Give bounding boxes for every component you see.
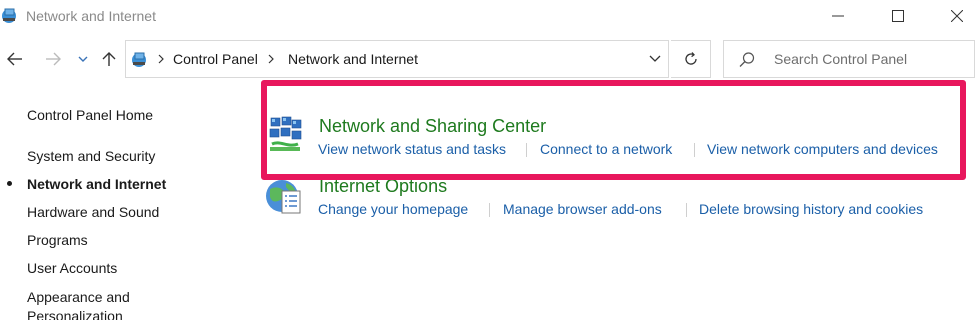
- breadcrumb-control-panel[interactable]: Control Panel: [173, 51, 258, 67]
- close-icon: [951, 10, 963, 22]
- minimize-icon: [832, 15, 844, 17]
- active-indicator: [7, 181, 12, 186]
- sidebar-item-control-panel-home[interactable]: Control Panel Home: [27, 107, 153, 123]
- navigation-bar: Control Panel Network and Internet Searc…: [0, 40, 980, 78]
- minimize-button[interactable]: [815, 0, 861, 32]
- maximize-icon: [892, 10, 904, 22]
- link-view-network-status[interactable]: View network status and tasks: [318, 141, 506, 157]
- search-icon: [738, 51, 756, 69]
- title-bar: Network and Internet: [0, 0, 980, 34]
- refresh-icon: [684, 52, 697, 65]
- address-dropdown-button[interactable]: [646, 50, 664, 68]
- refresh-button[interactable]: [671, 40, 711, 78]
- link-delete-browsing-history[interactable]: Delete browsing history and cookies: [699, 201, 923, 217]
- chevron-right-icon[interactable]: [266, 52, 276, 66]
- link-separator: [526, 143, 527, 157]
- sidebar-item-appearance-and-personalization[interactable]: Appearance and Personalization: [27, 288, 167, 320]
- sidebar-item-programs[interactable]: Programs: [27, 232, 88, 248]
- search-box[interactable]: Search Control Panel: [723, 40, 975, 78]
- breadcrumb-network-and-internet[interactable]: Network and Internet: [288, 51, 418, 67]
- close-button[interactable]: [934, 0, 980, 32]
- link-separator: [489, 203, 490, 217]
- back-arrow-icon: [7, 52, 22, 66]
- chevron-down-icon: [78, 56, 88, 62]
- network-globe-icon: [130, 50, 148, 68]
- internet-options-icon: [264, 175, 304, 217]
- forward-button[interactable]: [42, 48, 64, 70]
- link-separator: [686, 203, 687, 217]
- forward-arrow-icon: [46, 52, 61, 66]
- link-change-homepage[interactable]: Change your homepage: [318, 201, 468, 217]
- search-input[interactable]: Search Control Panel: [774, 51, 907, 67]
- category-title-internet-options[interactable]: Internet Options: [319, 176, 447, 197]
- up-button[interactable]: [98, 48, 120, 70]
- link-manage-add-ons[interactable]: Manage browser add-ons: [503, 201, 662, 217]
- link-view-network-computers[interactable]: View network computers and devices: [707, 141, 938, 157]
- chevron-down-icon: [649, 55, 661, 62]
- network-sharing-icon: [268, 114, 304, 154]
- recent-locations-button[interactable]: [72, 48, 94, 70]
- link-connect-to-network[interactable]: Connect to a network: [540, 141, 672, 157]
- up-arrow-icon: [102, 52, 116, 66]
- address-bar[interactable]: Control Panel Network and Internet: [125, 40, 669, 78]
- chevron-right-icon[interactable]: [156, 52, 166, 66]
- category-title-network-and-sharing-center[interactable]: Network and Sharing Center: [319, 116, 546, 137]
- network-globe-icon: [0, 6, 18, 24]
- link-separator: [694, 143, 695, 157]
- maximize-button[interactable]: [875, 0, 921, 32]
- sidebar-item-system-and-security[interactable]: System and Security: [27, 148, 155, 164]
- sidebar-item-hardware-and-sound[interactable]: Hardware and Sound: [27, 204, 159, 220]
- sidebar-item-user-accounts[interactable]: User Accounts: [27, 260, 117, 276]
- sidebar-item-network-and-internet[interactable]: Network and Internet: [27, 176, 166, 192]
- window-title: Network and Internet: [26, 8, 156, 24]
- back-button[interactable]: [4, 48, 26, 70]
